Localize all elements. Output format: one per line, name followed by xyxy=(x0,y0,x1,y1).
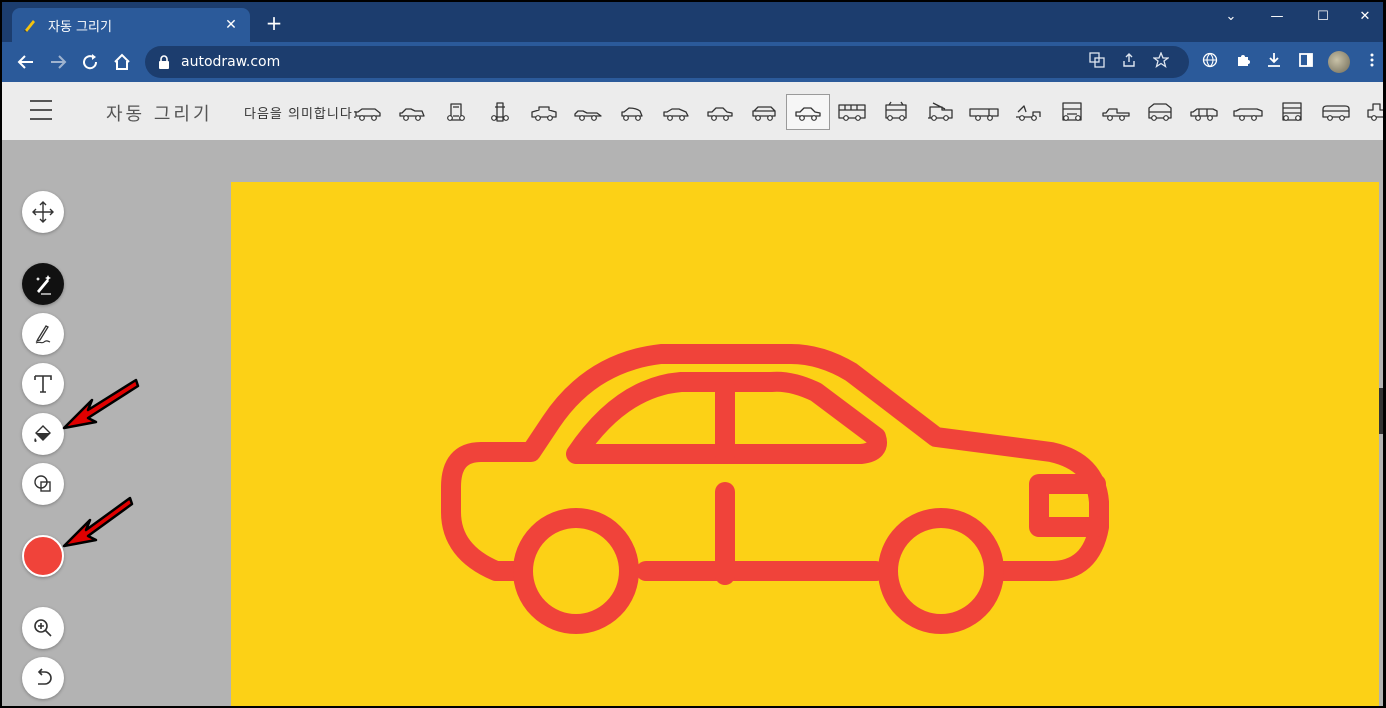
scrollbar-thumb[interactable] xyxy=(1379,388,1383,434)
suggestion-bus-icon[interactable] xyxy=(830,94,874,130)
suggestion-tow-truck-icon[interactable] xyxy=(1006,94,1050,130)
suggestion-station-wagon-icon[interactable] xyxy=(1182,94,1226,130)
app-header: 자동 그리기 다음을 의미합니다: xyxy=(2,82,1383,140)
shapes-icon xyxy=(34,475,51,492)
suggestion-small-car-icon[interactable] xyxy=(610,94,654,130)
forward-arrow-icon[interactable] xyxy=(46,50,70,74)
more-menu-icon[interactable] xyxy=(1362,52,1382,72)
suggestion-selected-sedan-icon[interactable] xyxy=(786,94,830,130)
draw-tool[interactable] xyxy=(22,313,64,355)
suggestion-double-decker-icon[interactable] xyxy=(1270,94,1314,130)
suggestion-car-top-view-icon[interactable] xyxy=(434,94,478,130)
back-arrow-icon[interactable] xyxy=(14,50,38,74)
tab-strip: 자동 그리기 ✕ + ⌄ — ☐ ✕ xyxy=(2,2,1383,42)
home-icon[interactable] xyxy=(110,50,134,74)
lock-icon[interactable] xyxy=(157,55,171,69)
profile-avatar[interactable] xyxy=(1328,51,1350,73)
suggestion-truck-front-icon[interactable] xyxy=(1050,94,1094,130)
suggestion-convertible-icon[interactable] xyxy=(522,94,566,130)
undo-icon xyxy=(37,668,52,685)
suggestion-car-top-view-2-icon[interactable] xyxy=(478,94,522,130)
suggestion-trolley-icon[interactable] xyxy=(874,94,918,130)
maximize-button[interactable]: ☐ xyxy=(1300,2,1346,30)
magic-pencil-icon xyxy=(36,275,51,295)
suggestion-race-car-icon[interactable] xyxy=(566,94,610,130)
suggestion-tractor-icon[interactable] xyxy=(1358,94,1383,130)
autodraw-tool[interactable] xyxy=(22,263,64,305)
paint-bucket-icon xyxy=(34,425,51,442)
app-title: 자동 그리기 xyxy=(106,104,213,125)
reload-icon[interactable] xyxy=(78,50,102,74)
share-icon[interactable] xyxy=(1113,52,1145,72)
suggestion-sports-car-icon[interactable] xyxy=(346,94,390,130)
bookmark-star-icon[interactable] xyxy=(1145,51,1177,72)
autodraw-favicon-icon xyxy=(22,17,38,33)
suggestion-sedan-icon[interactable] xyxy=(698,94,742,130)
drawing-canvas[interactable] xyxy=(231,182,1379,706)
pencil-icon xyxy=(35,325,51,344)
suggestion-limo-icon[interactable] xyxy=(1226,94,1270,130)
url-text[interactable]: autodraw.com xyxy=(181,54,1081,70)
extensions-puzzle-icon[interactable] xyxy=(1233,52,1253,72)
globe-extension-icon[interactable] xyxy=(1200,52,1220,72)
browser-window: 자동 그리기 ✕ + ⌄ — ☐ ✕ autodraw.com 자동 그리기 다… xyxy=(2,2,1383,706)
tab-title: 자동 그리기 xyxy=(48,19,112,35)
suggestion-pickup-icon[interactable] xyxy=(1094,94,1138,130)
zoom-in-icon xyxy=(34,619,52,637)
hamburger-menu-icon[interactable] xyxy=(30,100,52,120)
move-arrows-icon xyxy=(32,201,54,223)
translate-icon[interactable] xyxy=(1081,52,1113,72)
suggestion-jeep-icon[interactable] xyxy=(1138,94,1182,130)
undo-tool[interactable] xyxy=(22,657,64,699)
suggestion-label: 다음을 의미합니다: xyxy=(244,107,359,122)
suggestion-suv-icon[interactable] xyxy=(742,94,786,130)
address-bar[interactable]: autodraw.com xyxy=(145,46,1189,78)
annotation-arrow-color xyxy=(62,496,134,548)
tab-close-icon[interactable]: ✕ xyxy=(222,17,240,33)
suggestion-compact-car-icon[interactable] xyxy=(390,94,434,130)
close-window-button[interactable]: ✕ xyxy=(1342,2,1383,30)
browser-toolbar: autodraw.com xyxy=(2,42,1383,82)
tab-search-icon[interactable]: ⌄ xyxy=(1208,2,1254,30)
new-tab-button[interactable]: + xyxy=(262,12,286,36)
move-tool[interactable] xyxy=(22,191,64,233)
minimize-button[interactable]: — xyxy=(1254,2,1300,30)
download-icon[interactable] xyxy=(1264,52,1284,72)
suggestion-semi-trailer-icon[interactable] xyxy=(962,94,1006,130)
suggestion-fire-truck-icon[interactable] xyxy=(918,94,962,130)
side-panel-icon[interactable] xyxy=(1296,52,1316,72)
annotation-arrow-fill xyxy=(62,378,140,430)
text-t-icon xyxy=(34,375,52,393)
car-drawing xyxy=(441,344,1109,634)
browser-tab[interactable]: 자동 그리기 ✕ xyxy=(12,8,250,42)
suggestion-minibus-icon[interactable] xyxy=(1314,94,1358,130)
zoom-tool[interactable] xyxy=(22,607,64,649)
suggestion-coupe-icon[interactable] xyxy=(654,94,698,130)
suggestion-bar xyxy=(346,94,1383,130)
